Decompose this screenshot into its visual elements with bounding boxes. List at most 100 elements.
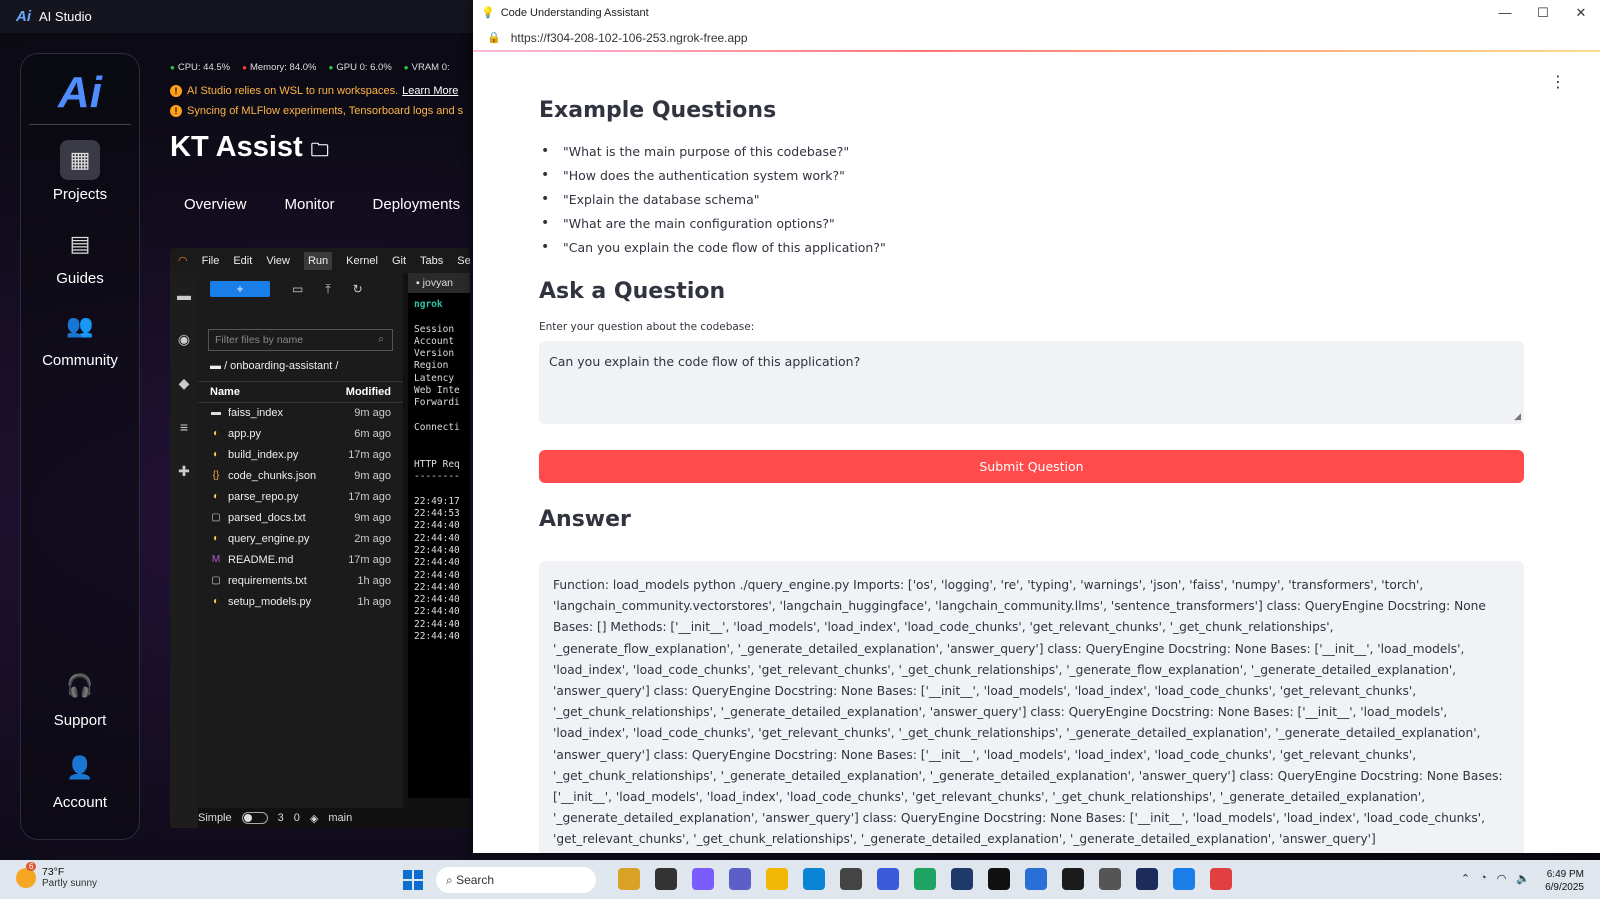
taskbar-search[interactable]: ⌕ Search: [436, 867, 596, 893]
system-tray: ⌃ ◔ ◠ 🔈: [1461, 872, 1530, 885]
taskbar-app-icon[interactable]: [803, 868, 825, 890]
warning-icon: !: [170, 85, 182, 97]
sidebar-divider: [29, 124, 131, 125]
taskbar-app-icon[interactable]: [951, 868, 973, 890]
resource-stats: CPU: 44.5% Memory: 84.0% GPU 0: 6.0% VRA…: [170, 62, 470, 73]
url-text[interactable]: https://f304-208-102-106-253.ngrok-free.…: [511, 31, 748, 45]
file-row[interactable]: ▬ faiss_index 9m ago: [198, 403, 403, 424]
menu-edit[interactable]: Edit: [233, 255, 252, 267]
tab-overview[interactable]: Overview: [184, 196, 247, 213]
taskbar-app-icon[interactable]: [1210, 868, 1232, 890]
resize-handle-icon[interactable]: ◢: [1514, 412, 1521, 422]
list-item: "How does the authentication system work…: [541, 167, 886, 192]
learn-more-link[interactable]: Learn More: [402, 85, 458, 97]
menu-run[interactable]: Run: [303, 251, 333, 270]
file-row[interactable]: ◐ build_index.py 17m ago: [198, 445, 403, 466]
start-icon[interactable]: [403, 870, 423, 890]
clock[interactable]: 6:49 PM 6/9/2025: [1545, 868, 1584, 894]
file-name: setup_models.py: [228, 596, 312, 608]
menu-file[interactable]: File: [202, 255, 220, 267]
terminal-panel[interactable]: ▪ jovyan ngrok Session Account Version Regio…: [408, 273, 470, 798]
menu-view[interactable]: View: [266, 255, 290, 267]
answer-output: Function: load_models python ./query_eng…: [539, 561, 1524, 853]
sidebar-item-account[interactable]: 👤 Account: [21, 748, 139, 811]
taskbar-app-icon[interactable]: [877, 868, 899, 890]
new-launcher-button[interactable]: +: [210, 281, 270, 297]
taskbar-app-icon[interactable]: [1099, 868, 1121, 890]
wifi-icon[interactable]: ◠: [1497, 872, 1507, 885]
network-icon[interactable]: ◔: [1480, 872, 1487, 885]
folder-icon[interactable]: ▬: [170, 273, 198, 317]
taskbar-app-icon[interactable]: [840, 868, 862, 890]
file-modified: 2m ago: [354, 533, 391, 545]
tab-monitor[interactable]: Monitor: [285, 196, 335, 213]
git-branch[interactable]: main: [328, 812, 352, 824]
toc-icon[interactable]: ≡: [170, 405, 198, 449]
file-row[interactable]: M README.md 17m ago: [198, 550, 403, 571]
taskbar-app-icon[interactable]: [1062, 868, 1084, 890]
taskbar-app-icon[interactable]: [766, 868, 788, 890]
chevron-up-icon[interactable]: ⌃: [1461, 872, 1470, 885]
python-icon: ◐: [212, 596, 220, 607]
taskbar-app-icon[interactable]: [1025, 868, 1047, 890]
column-name[interactable]: Name: [210, 386, 240, 398]
taskbar-app-icon[interactable]: [692, 868, 714, 890]
tab-deployments[interactable]: Deployments: [373, 196, 461, 213]
file-row[interactable]: ◐ query_engine.py 2m ago: [198, 529, 403, 550]
terminal-line: 22:44:40: [414, 569, 460, 581]
file-modified: 17m ago: [348, 449, 391, 461]
maximize-icon[interactable]: ☐: [1524, 0, 1562, 25]
sidebar-item-community[interactable]: 👥 Community: [21, 306, 139, 369]
menu-settings[interactable]: Sett: [457, 255, 470, 267]
minimize-icon[interactable]: —: [1486, 0, 1524, 25]
file-row[interactable]: ◐ setup_models.py 1h ago: [198, 592, 403, 613]
taskbar-app-icon[interactable]: [988, 868, 1010, 890]
git-icon[interactable]: ◆: [170, 361, 198, 405]
taskbar-app-icon[interactable]: [729, 868, 751, 890]
refresh-icon[interactable]: ↻: [353, 282, 363, 296]
menu-kernel[interactable]: Kernel: [346, 255, 378, 267]
upload-icon[interactable]: ⤒: [325, 282, 330, 297]
breadcrumb-path: / onboarding-assistant /: [224, 360, 339, 372]
running-icon[interactable]: ◉: [170, 317, 198, 361]
simple-mode-toggle[interactable]: [241, 812, 268, 824]
volume-icon[interactable]: 🔈: [1516, 872, 1530, 885]
file-name: query_engine.py: [228, 533, 310, 545]
terminal-tab[interactable]: ▪ jovyan: [408, 273, 470, 293]
memory-stat: Memory: 84.0%: [242, 62, 317, 73]
taskbar-app-icon[interactable]: [1136, 868, 1158, 890]
sidebar-item-support[interactable]: 🎧 Support: [21, 666, 139, 729]
lock-icon[interactable]: 🔒: [487, 31, 501, 44]
question-textarea[interactable]: Can you explain the code flow of this ap…: [539, 341, 1524, 424]
file-filter-input[interactable]: Filter files by name ⌕: [208, 329, 393, 351]
taskbar-app-icon[interactable]: [618, 868, 640, 890]
submit-question-button[interactable]: Submit Question: [539, 450, 1524, 483]
jupyter-activity-bar: ▬ ◉ ◆ ≡ ✚: [170, 273, 198, 828]
address-bar[interactable]: 🔒 https://f304-208-102-106-253.ngrok-fre…: [473, 25, 1600, 52]
kernel-count: 0: [293, 812, 300, 824]
terminal-output: ngrok Session Account Version Region Latency W…: [414, 299, 464, 643]
close-icon[interactable]: ✕: [1562, 0, 1600, 25]
file-row[interactable]: {} code_chunks.json 9m ago: [198, 466, 403, 487]
menu-git[interactable]: Git: [392, 255, 406, 267]
taskbar-app-icon[interactable]: [1173, 868, 1195, 890]
file-row[interactable]: ▢ requirements.txt 1h ago: [198, 571, 403, 592]
folder-icon[interactable]: 🗀: [311, 140, 329, 160]
sidebar-item-guides[interactable]: ▤ Guides: [21, 224, 139, 287]
column-modified[interactable]: Modified: [346, 386, 391, 398]
file-row[interactable]: ◐ parse_repo.py 17m ago: [198, 487, 403, 508]
breadcrumb[interactable]: ▬ / onboarding-assistant /: [210, 360, 391, 372]
new-folder-icon[interactable]: ▭: [292, 282, 303, 296]
user-icon: 👤: [66, 755, 94, 780]
sidebar-item-projects[interactable]: ▦ Projects: [21, 140, 139, 203]
file-modified: 1h ago: [357, 596, 391, 608]
menu-tabs[interactable]: Tabs: [420, 255, 443, 267]
file-row[interactable]: ▢ parsed_docs.txt 9m ago: [198, 508, 403, 529]
taskbar-app-icon[interactable]: [914, 868, 936, 890]
extension-icon[interactable]: ✚: [170, 449, 198, 493]
more-menu-icon[interactable]: ⋮: [1550, 72, 1566, 91]
taskbar-app-icon[interactable]: [655, 868, 677, 890]
weather-widget[interactable]: 6 73°F Partly sunny: [16, 861, 97, 889]
file-row[interactable]: ◐ app.py 6m ago: [198, 424, 403, 445]
